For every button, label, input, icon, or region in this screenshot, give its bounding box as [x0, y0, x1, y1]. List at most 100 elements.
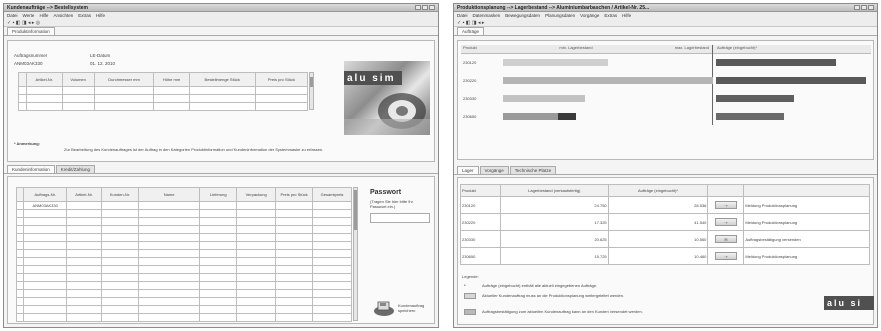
table-row[interactable]: [15, 233, 352, 242]
password-hint: (Tragen Sie hier bitte Ihr Passwort ein.…: [370, 199, 413, 209]
order-number-label: Auftragsnummer: [14, 53, 48, 58]
save-order-icon[interactable]: [373, 299, 395, 317]
status-cell: Meldung Produktionsplanung: [743, 196, 870, 214]
table-row[interactable]: [15, 265, 352, 274]
send-confirmation-button[interactable]: ✉: [714, 235, 737, 243]
table-row[interactable]: [15, 273, 352, 282]
product-table: Artikel-Nr. Volumen Durchmesser mm Höhe …: [18, 72, 309, 111]
legend-forward-icon: [464, 293, 476, 299]
menu-item-datei[interactable]: Datei: [7, 13, 18, 18]
legend-title: Legende:: [462, 274, 479, 279]
table-row[interactable]: [15, 225, 352, 234]
menu-item-planungsdaten[interactable]: Planungsdaten: [545, 13, 575, 18]
minimize-icon[interactable]: [415, 5, 421, 10]
table-row[interactable]: ANM03AK330: [15, 201, 352, 210]
chart-col-product: Produkt: [463, 45, 477, 50]
col-lagerbestand: Lagerbestand (verkaufsfertig): [499, 184, 609, 197]
table-row[interactable]: [15, 289, 352, 298]
table-row[interactable]: [18, 94, 309, 103]
right-window-title: Produktionsplanung --> Lagerbestand --> …: [457, 4, 650, 11]
table-row[interactable]: [15, 313, 352, 322]
order-table-scrollbar[interactable]: [353, 187, 358, 321]
tab-kundeninformation[interactable]: Kundeninformation: [7, 165, 55, 173]
left-window-title: Kundenaufträge --> Bestellsystem: [7, 4, 88, 11]
orders-bar-230120: [716, 59, 836, 66]
minimize-icon[interactable]: [854, 5, 860, 10]
col-hoehe: Höhe mm: [153, 72, 190, 87]
forward-planning-button[interactable]: ⇢: [714, 218, 737, 226]
menu-item-bewegungsdaten[interactable]: Bewegungsdaten: [505, 13, 540, 18]
close-icon[interactable]: [868, 5, 874, 10]
left-toolbar[interactable]: ✓ ▪ ◧ ◨ ◂ ▸ ◎: [4, 19, 438, 27]
menu-item-extras[interactable]: Extras: [604, 13, 617, 18]
orders-bar-230220: [716, 77, 866, 84]
forward-planning-button[interactable]: ⇢: [714, 252, 737, 260]
tab-auftraege[interactable]: Aufträge: [457, 27, 485, 35]
left-window-controls: [415, 5, 435, 10]
password-input[interactable]: [370, 213, 430, 223]
tab-lager[interactable]: Lager: [457, 166, 479, 174]
stock-tabs: Lager Vorgänge Technische Platze: [454, 166, 877, 175]
right-toolbar[interactable]: ✓ ▪ ◧ ◨ ◂ ▸: [454, 19, 877, 27]
table-row: 230330 20.625 10.560 ✉ Auftragsbestätigu…: [460, 230, 870, 248]
close-icon[interactable]: [429, 5, 435, 10]
table-row[interactable]: [15, 305, 352, 314]
chart-header: Produkt min. Lagerbestand max. Lagerbest…: [461, 45, 871, 54]
chart-product-1: 230120: [463, 60, 477, 65]
maximize-icon[interactable]: [422, 5, 428, 10]
stock-cell: 24.750: [499, 196, 609, 214]
menu-item-datei[interactable]: Datei: [457, 13, 468, 18]
tab-vorgaenge[interactable]: Vorgänge: [479, 166, 509, 174]
menu-item-ansichten[interactable]: Ansichten: [53, 13, 73, 18]
table-row[interactable]: [15, 297, 352, 306]
toolbar-icons[interactable]: ✓ ▪ ◧ ◨ ◂ ▸: [457, 20, 484, 26]
toolbar-icons[interactable]: ✓ ▪ ◧ ◨ ◂ ▸ ◎: [7, 20, 40, 26]
stock-bar-230120: [503, 59, 608, 66]
order-entry-window: Kundenaufträge --> Bestellsystem Datei W…: [3, 3, 439, 328]
right-window-controls: [854, 5, 874, 10]
menu-item-extras[interactable]: Extras: [78, 13, 91, 18]
order-cell[interactable]: ANM03AK330: [23, 201, 68, 210]
col-bestellmenge: Bestellmenge Stück: [188, 72, 256, 87]
table-row[interactable]: [15, 241, 352, 250]
password-title: Passwort: [370, 189, 402, 196]
chart-col-orders: Aufträge (eingebucht)*: [717, 45, 758, 50]
order-number-value: ANM03AK330: [14, 61, 43, 66]
col-artikel-nr: Artikel-Nr.: [66, 187, 102, 202]
orders-tabs: Aufträge: [454, 27, 877, 36]
menu-item-datenmasken[interactable]: Datenmasken: [473, 13, 501, 18]
table-row[interactable]: [15, 217, 352, 226]
table-row[interactable]: [15, 257, 352, 266]
menu-item-hilfe[interactable]: Hilfe: [39, 13, 48, 18]
right-titlebar: Produktionsplanung --> Lagerbestand --> …: [454, 4, 877, 12]
date-value: 01. 12. 2010: [90, 61, 116, 66]
table-row[interactable]: [18, 86, 309, 95]
table-row[interactable]: [15, 281, 352, 290]
table-row[interactable]: [15, 249, 352, 258]
table-row: 230120 24.750 28.536 ⇢ Meldung Produktio…: [460, 196, 870, 214]
menu-item-werte[interactable]: Werte: [23, 13, 35, 18]
menu-item-vorgaenge[interactable]: Vorgänge: [580, 13, 599, 18]
right-menubar: Datei Datenmasken Bewegungsdaten Planung…: [454, 12, 877, 19]
left-titlebar: Kundenaufträge --> Bestellsystem: [4, 4, 438, 12]
col-status: [743, 184, 870, 197]
menu-item-hilfe-2[interactable]: Hilfe: [96, 13, 105, 18]
stock-bar-230220: [503, 77, 713, 84]
menu-item-hilfe[interactable]: Hilfe: [622, 13, 631, 18]
left-menubar: Datei Werte Hilfe Ansichten Extras Hilfe: [4, 12, 438, 19]
alusim-logo-small: alu si: [824, 296, 874, 310]
tab-kredit-zahlung[interactable]: Kredit/Zahlung: [55, 165, 96, 173]
product-cell: 230220: [460, 213, 501, 231]
table-row[interactable]: [18, 102, 309, 111]
stock-chart-panel: Produkt min. Lagerbestand max. Lagerbest…: [457, 40, 874, 160]
chart-col-max: max. Lagerbestand: [674, 45, 709, 50]
forward-planning-button[interactable]: ⇢: [714, 201, 737, 209]
maximize-icon[interactable]: [861, 5, 867, 10]
table-row[interactable]: [15, 209, 352, 218]
legend-item-3: Auftragsbestätigung zum aktuellen Kunden…: [482, 309, 643, 314]
tab-produktinformation[interactable]: Produktinformation: [7, 27, 55, 35]
chart-col-min: min. Lagerbestand: [559, 45, 593, 50]
product-table-scrollbar[interactable]: [309, 72, 314, 110]
save-order-label[interactable]: Kundenauftrag speichern: [398, 303, 434, 313]
tab-technische-platze[interactable]: Technische Platze: [509, 166, 557, 174]
